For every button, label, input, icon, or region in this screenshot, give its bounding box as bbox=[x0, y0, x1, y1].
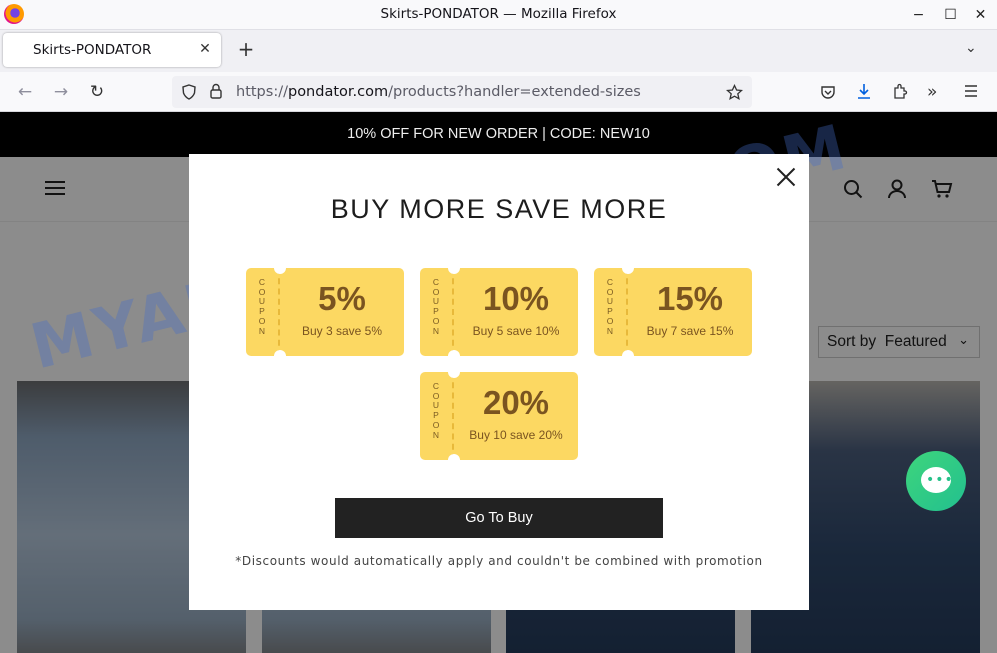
tab-strip: Skirts-PONDATOR ✕ + ⌄ bbox=[0, 30, 997, 72]
more-tools-icon[interactable]: » bbox=[927, 82, 937, 102]
new-tab-button[interactable]: + bbox=[235, 38, 257, 60]
forward-button[interactable]: → bbox=[49, 80, 73, 104]
reload-button[interactable]: ↻ bbox=[85, 80, 109, 104]
tracking-shield-icon[interactable] bbox=[181, 84, 197, 100]
coupon-description: Buy 10 save 20% bbox=[469, 428, 563, 442]
close-icon[interactable] bbox=[775, 166, 797, 188]
coupon-percent: 15% bbox=[656, 280, 724, 317]
chat-widget-button[interactable]: ••• bbox=[906, 451, 966, 511]
navigation-toolbar: ← → ↻ https://pondator.com/products?hand… bbox=[0, 72, 997, 112]
coupon-percent: 10% bbox=[482, 280, 550, 317]
coupon-stub-label: COUPON bbox=[606, 277, 614, 336]
discount-note: *Discounts would automatically apply and… bbox=[235, 554, 763, 568]
bookmark-star-icon[interactable] bbox=[726, 84, 743, 101]
coupon-description: Buy 5 save 10% bbox=[472, 324, 560, 338]
coupon-percent: 5% bbox=[318, 280, 366, 317]
coupon-description: Buy 3 save 5% bbox=[301, 324, 383, 338]
coupon-stub-label: COUPON bbox=[432, 381, 440, 440]
minimize-button[interactable]: − bbox=[902, 0, 935, 30]
coupon-description: Buy 7 save 15% bbox=[646, 324, 734, 338]
tab-active[interactable]: Skirts-PONDATOR ✕ bbox=[3, 33, 221, 67]
url-bar[interactable]: https://pondator.com/products?handler=ex… bbox=[172, 76, 752, 108]
maximize-button[interactable]: ☐ bbox=[934, 0, 967, 30]
window-close-button[interactable]: ✕ bbox=[964, 0, 997, 30]
go-to-buy-button[interactable]: Go To Buy bbox=[335, 498, 663, 538]
promo-modal: BUY MORE SAVE MORE COUPON 5% Buy 3 save … bbox=[189, 154, 809, 610]
list-all-tabs-icon[interactable]: ⌄ bbox=[965, 40, 977, 56]
coupon-percent: 20% bbox=[482, 384, 550, 421]
app-menu-icon[interactable] bbox=[964, 85, 978, 97]
back-button[interactable]: ← bbox=[13, 80, 37, 104]
coupon-card: COUPON 5% Buy 3 save 5% bbox=[246, 262, 404, 362]
lock-icon[interactable] bbox=[209, 83, 223, 100]
url-text[interactable]: https://pondator.com/products?handler=ex… bbox=[236, 84, 641, 100]
tab-close-icon[interactable]: ✕ bbox=[196, 40, 214, 58]
window-titlebar: Skirts-PONDATOR — Mozilla Firefox − ☐ ✕ bbox=[0, 0, 997, 30]
chat-dots-icon: ••• bbox=[926, 472, 954, 488]
tab-label: Skirts-PONDATOR bbox=[33, 42, 152, 58]
extensions-icon[interactable] bbox=[892, 83, 908, 100]
coupon-card: COUPON 15% Buy 7 save 15% bbox=[594, 262, 752, 362]
coupon-stub-label: COUPON bbox=[432, 277, 440, 336]
coupon-card: COUPON 10% Buy 5 save 10% bbox=[420, 262, 578, 362]
window-title: Skirts-PONDATOR — Mozilla Firefox bbox=[380, 6, 617, 22]
modal-heading: BUY MORE SAVE MORE bbox=[330, 194, 668, 224]
coupon-card: COUPON 20% Buy 10 save 20% bbox=[420, 366, 578, 466]
pocket-icon[interactable] bbox=[820, 84, 836, 100]
coupon-stub-label: COUPON bbox=[258, 277, 266, 336]
downloads-icon[interactable] bbox=[856, 83, 872, 100]
